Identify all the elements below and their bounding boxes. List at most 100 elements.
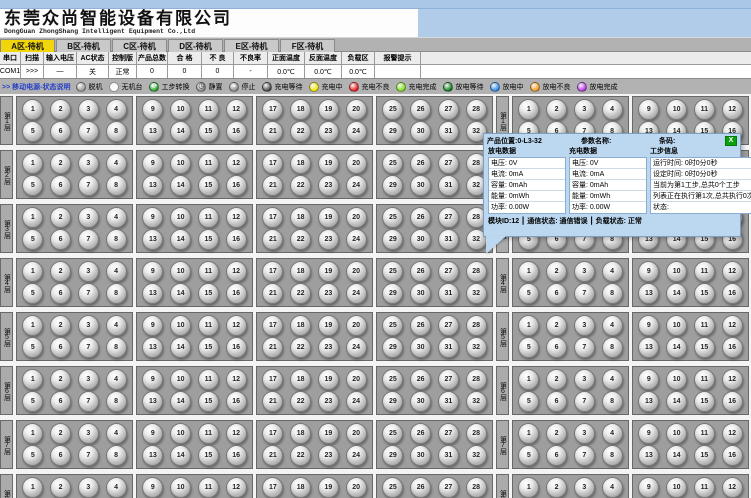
battery-cell[interactable]: 30 (410, 229, 431, 250)
battery-cell[interactable]: 28 (466, 261, 487, 282)
battery-cell[interactable]: 4 (602, 369, 623, 390)
battery-cell[interactable]: 19 (318, 261, 339, 282)
battery-cell[interactable]: 5 (22, 229, 43, 250)
battery-cell[interactable]: 27 (438, 207, 459, 228)
battery-cell[interactable]: 22 (290, 283, 311, 304)
battery-cell[interactable]: 8 (602, 391, 623, 412)
battery-cell[interactable]: 7 (574, 283, 595, 304)
battery-cell[interactable]: 14 (170, 283, 191, 304)
battery-cell[interactable]: 2 (546, 315, 567, 336)
battery-cell[interactable]: 28 (466, 315, 487, 336)
battery-cell[interactable]: 14 (170, 337, 191, 358)
battery-cell[interactable]: 22 (290, 445, 311, 466)
battery-cell[interactable]: 15 (694, 337, 715, 358)
battery-cell[interactable]: 12 (226, 261, 247, 282)
battery-cell[interactable]: 29 (382, 283, 403, 304)
battery-cell[interactable]: 20 (346, 99, 367, 120)
battery-cell[interactable]: 29 (382, 337, 403, 358)
battery-cell[interactable]: 12 (226, 99, 247, 120)
battery-cell[interactable]: 23 (318, 121, 339, 142)
battery-cell[interactable]: 11 (198, 261, 219, 282)
battery-cell[interactable]: 22 (290, 229, 311, 250)
battery-cell[interactable]: 2 (50, 207, 71, 228)
battery-cell[interactable]: 22 (290, 391, 311, 412)
battery-cell[interactable]: 15 (694, 283, 715, 304)
battery-cell[interactable]: 23 (318, 283, 339, 304)
battery-cell[interactable]: 19 (318, 369, 339, 390)
battery-cell[interactable]: 4 (602, 315, 623, 336)
battery-cell[interactable]: 2 (50, 261, 71, 282)
battery-cell[interactable]: 2 (546, 369, 567, 390)
battery-cell[interactable]: 4 (106, 477, 127, 498)
battery-cell[interactable]: 12 (722, 369, 743, 390)
battery-cell[interactable]: 30 (410, 121, 431, 142)
battery-cell[interactable]: 2 (546, 423, 567, 444)
battery-cell[interactable]: 2 (50, 423, 71, 444)
battery-cell[interactable]: 9 (638, 477, 659, 498)
battery-cell[interactable]: 13 (142, 337, 163, 358)
battery-cell[interactable]: 12 (226, 153, 247, 174)
battery-cell[interactable]: 31 (438, 175, 459, 196)
battery-cell[interactable]: 30 (410, 283, 431, 304)
battery-cell[interactable]: 10 (666, 261, 687, 282)
battery-cell[interactable]: 12 (722, 423, 743, 444)
battery-cell[interactable]: 31 (438, 391, 459, 412)
battery-cell[interactable]: 8 (602, 283, 623, 304)
battery-cell[interactable]: 13 (142, 283, 163, 304)
battery-cell[interactable]: 3 (78, 369, 99, 390)
battery-cell[interactable]: 25 (382, 477, 403, 498)
battery-cell[interactable]: 11 (198, 315, 219, 336)
battery-cell[interactable]: 17 (262, 261, 283, 282)
battery-cell[interactable]: 21 (262, 391, 283, 412)
battery-cell[interactable]: 5 (22, 391, 43, 412)
battery-cell[interactable]: 18 (290, 423, 311, 444)
battery-cell[interactable]: 5 (22, 121, 43, 142)
battery-cell[interactable]: 9 (142, 261, 163, 282)
battery-cell[interactable]: 14 (666, 391, 687, 412)
battery-cell[interactable]: 10 (170, 369, 191, 390)
battery-cell[interactable]: 13 (638, 337, 659, 358)
battery-cell[interactable]: 10 (170, 261, 191, 282)
battery-cell[interactable]: 17 (262, 369, 283, 390)
battery-cell[interactable]: 21 (262, 121, 283, 142)
battery-cell[interactable]: 11 (694, 477, 715, 498)
battery-cell[interactable]: 7 (78, 175, 99, 196)
battery-cell[interactable]: 16 (722, 337, 743, 358)
battery-cell[interactable]: 21 (262, 337, 283, 358)
battery-cell[interactable]: 13 (638, 283, 659, 304)
battery-cell[interactable]: 14 (666, 337, 687, 358)
battery-cell[interactable]: 14 (170, 391, 191, 412)
battery-cell[interactable]: 7 (78, 445, 99, 466)
battery-cell[interactable]: 6 (546, 445, 567, 466)
battery-cell[interactable]: 23 (318, 229, 339, 250)
battery-cell[interactable]: 9 (142, 369, 163, 390)
battery-cell[interactable]: 17 (262, 477, 283, 498)
battery-cell[interactable]: 4 (602, 99, 623, 120)
battery-cell[interactable]: 5 (518, 283, 539, 304)
battery-cell[interactable]: 6 (50, 283, 71, 304)
battery-cell[interactable]: 2 (50, 153, 71, 174)
tab-zone-b[interactable]: B区-待机 (56, 39, 111, 52)
battery-cell[interactable]: 29 (382, 175, 403, 196)
battery-cell[interactable]: 3 (574, 369, 595, 390)
battery-cell[interactable]: 14 (666, 445, 687, 466)
battery-cell[interactable]: 19 (318, 207, 339, 228)
battery-cell[interactable]: 27 (438, 153, 459, 174)
battery-cell[interactable]: 8 (602, 445, 623, 466)
battery-cell[interactable]: 3 (574, 477, 595, 498)
battery-cell[interactable]: 5 (518, 445, 539, 466)
battery-cell[interactable]: 10 (666, 99, 687, 120)
battery-cell[interactable]: 1 (518, 369, 539, 390)
battery-cell[interactable]: 10 (170, 423, 191, 444)
battery-cell[interactable]: 11 (198, 477, 219, 498)
battery-cell[interactable]: 3 (574, 423, 595, 444)
battery-cell[interactable]: 12 (722, 477, 743, 498)
battery-cell[interactable]: 26 (410, 423, 431, 444)
battery-cell[interactable]: 3 (78, 99, 99, 120)
battery-cell[interactable]: 18 (290, 369, 311, 390)
battery-cell[interactable]: 2 (546, 477, 567, 498)
battery-cell[interactable]: 1 (518, 99, 539, 120)
battery-cell[interactable]: 30 (410, 175, 431, 196)
battery-cell[interactable]: 13 (142, 229, 163, 250)
battery-cell[interactable]: 27 (438, 477, 459, 498)
